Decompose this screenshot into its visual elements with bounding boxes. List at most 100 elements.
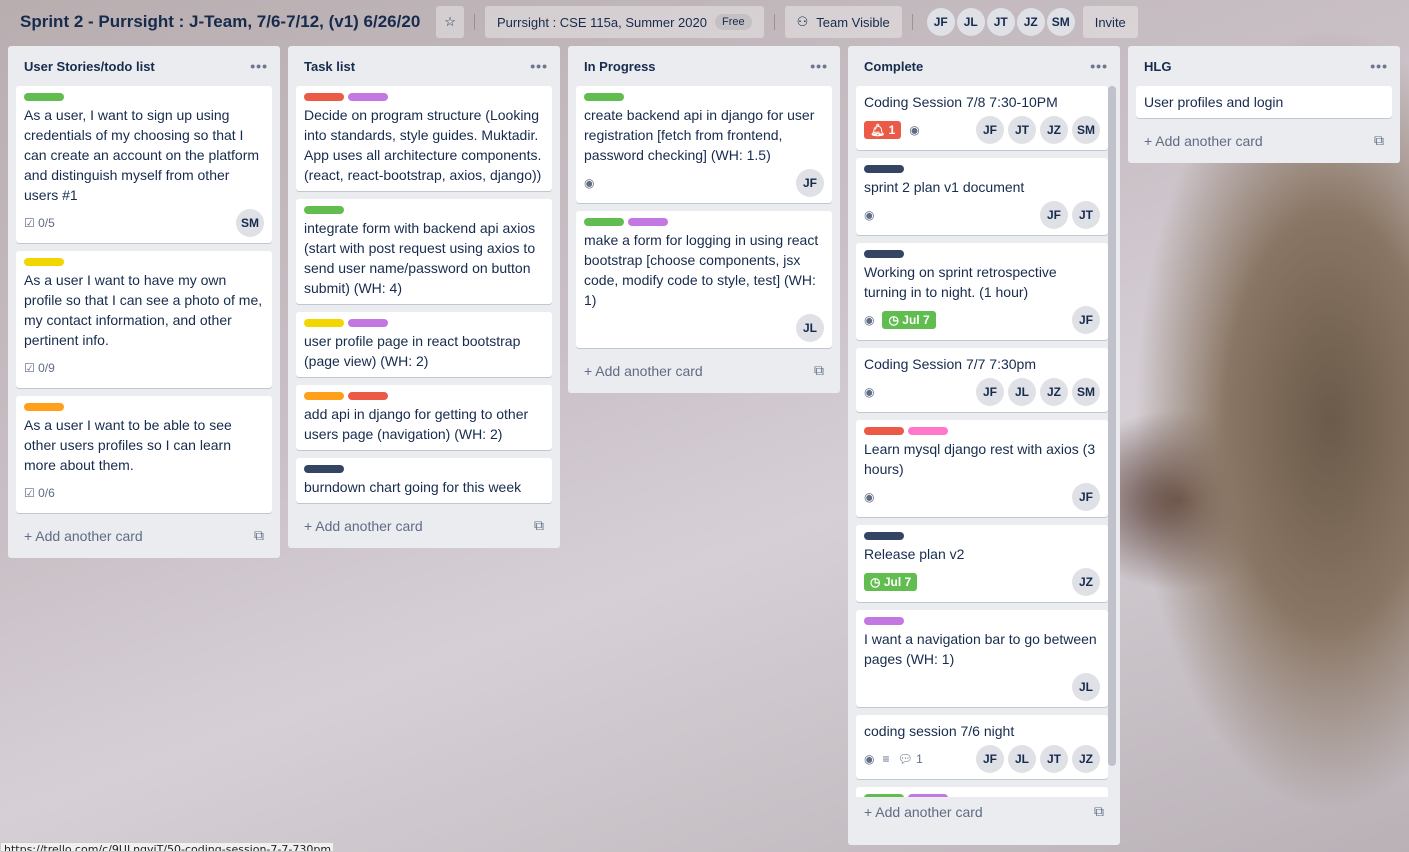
card[interactable]: burndown chart going for this week — [296, 458, 552, 503]
label-navy[interactable] — [864, 250, 904, 258]
more-icon[interactable]: ••• — [250, 58, 268, 74]
template-icon[interactable]: ⧉ — [1094, 803, 1104, 820]
template-icon[interactable]: ⧉ — [1374, 132, 1384, 149]
card[interactable]: I want a navigation bar to go between pa… — [856, 610, 1108, 707]
label-orange[interactable] — [304, 392, 344, 400]
card[interactable]: User profiles and login — [1136, 86, 1392, 118]
card[interactable]: Working on sprint retrospective turning … — [856, 243, 1108, 340]
more-icon[interactable]: ••• — [1090, 58, 1108, 74]
member-avatar[interactable]: JZ — [1040, 378, 1068, 406]
due-date-badge[interactable]: ◷ Jul 7 — [864, 573, 918, 591]
member-avatar[interactable]: JL — [1008, 745, 1036, 773]
more-icon[interactable]: ••• — [530, 58, 548, 74]
card[interactable]: user profile page in react bootstrap (pa… — [296, 312, 552, 377]
label-purple[interactable] — [348, 319, 388, 327]
member-avatar[interactable]: JF — [976, 116, 1004, 144]
label-navy[interactable] — [864, 532, 904, 540]
member-avatar[interactable]: JF — [926, 8, 955, 36]
template-icon[interactable]: ⧉ — [254, 527, 264, 544]
scrollbar-thumb[interactable] — [1108, 86, 1116, 766]
label-green[interactable] — [584, 218, 624, 226]
add-card-button[interactable]: + Add another card ⧉ — [576, 356, 832, 385]
member-avatar[interactable]: JF — [796, 169, 824, 197]
card[interactable]: As a user I want to be able to see other… — [16, 396, 272, 513]
add-card-button[interactable]: + Add another card ⧉ — [296, 511, 552, 540]
label-orange[interactable] — [24, 403, 64, 411]
label-red[interactable] — [304, 93, 344, 101]
label-purple[interactable] — [348, 93, 388, 101]
card[interactable]: coding session 7/6 night ◉ ≡ 💬︎ 1 JF JL JT JZ — [856, 715, 1108, 779]
member-avatar[interactable]: JT — [1008, 116, 1036, 144]
label-green[interactable] — [24, 93, 64, 101]
member-avatar[interactable]: JZ — [1040, 116, 1068, 144]
add-card[interactable]: + Add another card — [1144, 133, 1263, 149]
label-yellow[interactable] — [24, 258, 64, 266]
template-icon[interactable]: ⧉ — [814, 362, 824, 379]
add-card[interactable]: + Add another card — [24, 528, 143, 544]
member-avatar[interactable]: JZ — [1072, 568, 1100, 596]
member-avatar[interactable]: JF — [976, 378, 1004, 406]
add-card-button[interactable]: + Add another card ⧉ — [1136, 126, 1392, 155]
card[interactable]: sprint 2 plan v1 document ◉ JF JT — [856, 158, 1108, 235]
label-green[interactable] — [864, 794, 904, 797]
member-avatar[interactable]: JT — [986, 8, 1015, 36]
member-avatar[interactable]: JF — [1072, 483, 1100, 511]
member-avatar[interactable]: SM — [1072, 378, 1100, 406]
label-navy[interactable] — [864, 165, 904, 173]
member-avatar[interactable]: JT — [1072, 201, 1100, 229]
card[interactable]: Coding Session 7/8 7:30-10PM 🔔︎ 1 ◉ JF JT JZ S… — [856, 86, 1108, 150]
scrollbar[interactable] — [1108, 86, 1116, 766]
member-avatar[interactable]: JF — [1040, 201, 1068, 229]
card[interactable]: Decide on program structure (Looking int… — [296, 86, 552, 191]
member-avatar[interactable]: SM — [1046, 8, 1075, 36]
label-purple[interactable] — [628, 218, 668, 226]
list-title[interactable]: In Progress — [584, 59, 656, 74]
add-card[interactable]: + Add another card — [584, 363, 703, 379]
card[interactable]: create backend api in django for user re… — [576, 86, 832, 203]
label-green[interactable] — [304, 206, 344, 214]
label-pink[interactable] — [908, 427, 948, 435]
card[interactable]: Learn mysql django rest with axios (3 ho… — [856, 420, 1108, 517]
member-avatar[interactable]: SM — [236, 209, 264, 237]
more-icon[interactable]: ••• — [810, 58, 828, 74]
card[interactable]: Coding Session 7/7 7:30pm ◉ JF JL JZ SM — [856, 348, 1108, 412]
template-icon[interactable]: ⧉ — [534, 517, 544, 534]
label-navy[interactable] — [304, 465, 344, 473]
label-purple[interactable] — [864, 617, 904, 625]
more-icon[interactable]: ••• — [1370, 58, 1388, 74]
member-avatar[interactable]: JZ — [1016, 8, 1045, 36]
member-avatar[interactable]: JT — [1040, 745, 1068, 773]
card[interactable]: make a form using react bootstrap — [856, 787, 1108, 797]
card[interactable]: Release plan v2 ◷ Jul 7 JZ — [856, 525, 1108, 602]
add-card[interactable]: + Add another card — [864, 804, 983, 820]
add-card-button[interactable]: + Add another card ⧉ — [856, 797, 1112, 826]
card[interactable]: make a form for logging in using react b… — [576, 211, 832, 348]
add-card[interactable]: + Add another card — [304, 518, 423, 534]
label-yellow[interactable] — [304, 319, 344, 327]
member-avatar[interactable]: JL — [796, 314, 824, 342]
list-title[interactable]: HLG — [1144, 59, 1171, 74]
list-title[interactable]: Complete — [864, 59, 923, 74]
team-button[interactable]: Purrsight : CSE 115a, Summer 2020 Free — [484, 6, 764, 38]
label-purple[interactable] — [908, 794, 948, 797]
member-avatar[interactable]: JF — [1072, 306, 1100, 334]
card[interactable]: As a user, I want to sign up using crede… — [16, 86, 272, 243]
due-date-badge[interactable]: ◷ Jul 7 — [882, 311, 936, 329]
card[interactable]: As a user I want to have my own profile … — [16, 251, 272, 388]
star-button[interactable]: ☆ — [436, 6, 464, 38]
board-title[interactable]: Sprint 2 - Purrsight : J-Team, 7/6-7/12,… — [20, 12, 420, 32]
list-title[interactable]: Task list — [304, 59, 355, 74]
label-green[interactable] — [584, 93, 624, 101]
member-avatar[interactable]: JL — [1072, 673, 1100, 701]
label-red[interactable] — [348, 392, 388, 400]
member-avatar[interactable]: JF — [976, 745, 1004, 773]
visibility-button[interactable]: ⚇ Team Visible — [784, 6, 902, 38]
add-card-button[interactable]: + Add another card ⧉ — [16, 521, 272, 550]
invite-button[interactable]: Invite — [1082, 6, 1138, 38]
card[interactable]: integrate form with backend api axios (s… — [296, 199, 552, 304]
list-title[interactable]: User Stories/todo list — [24, 59, 155, 74]
member-avatar[interactable]: SM — [1072, 116, 1100, 144]
member-avatar[interactable]: JZ — [1072, 745, 1100, 773]
member-avatar[interactable]: JL — [1008, 378, 1036, 406]
card[interactable]: add api in django for getting to other u… — [296, 385, 552, 450]
